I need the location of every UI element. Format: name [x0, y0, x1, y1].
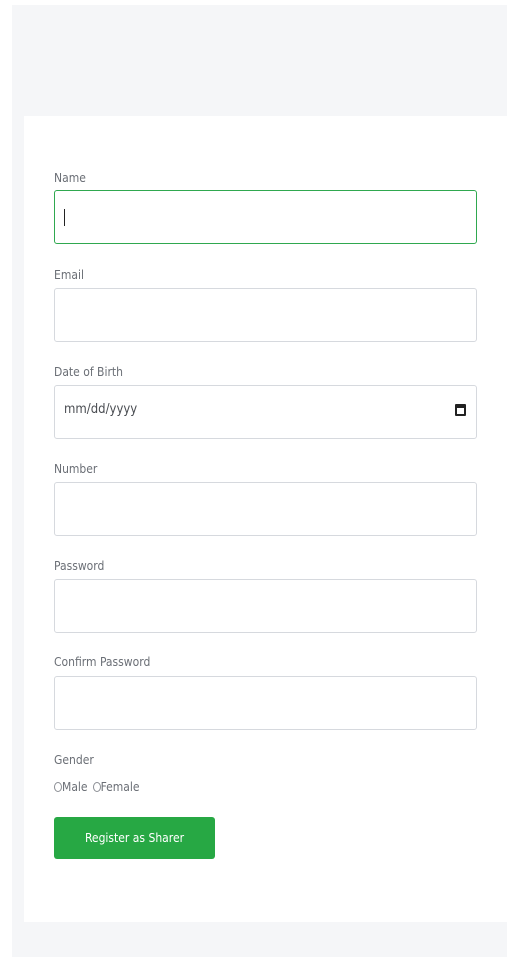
gender-option-label: Male: [62, 780, 88, 794]
name-label: Name: [54, 171, 86, 185]
number-label: Number: [54, 462, 98, 476]
password-input[interactable]: [54, 579, 477, 633]
confirm-password-label: Confirm Password: [54, 655, 151, 669]
dob-input[interactable]: mm/dd/yyyy: [54, 385, 477, 439]
text-cursor: [64, 209, 65, 226]
radio-male[interactable]: [54, 782, 62, 792]
radio-female[interactable]: [92, 782, 101, 792]
gender-radio-group: Male Female: [54, 780, 145, 794]
gender-option-label: Female: [100, 780, 140, 794]
email-label: Email: [54, 268, 84, 282]
confirm-password-input[interactable]: [54, 676, 477, 730]
email-input[interactable]: [54, 288, 477, 342]
name-input[interactable]: [54, 190, 477, 244]
gender-option-male[interactable]: Male: [54, 780, 88, 794]
gender-option-female[interactable]: Female: [92, 780, 140, 794]
calendar-icon[interactable]: [455, 404, 466, 416]
gender-label: Gender: [54, 753, 94, 767]
number-input[interactable]: [54, 482, 477, 536]
dob-placeholder: mm/dd/yyyy: [64, 402, 138, 417]
dob-label: Date of Birth: [54, 365, 123, 379]
password-label: Password: [54, 559, 105, 573]
register-button[interactable]: Register as Sharer: [54, 817, 215, 859]
